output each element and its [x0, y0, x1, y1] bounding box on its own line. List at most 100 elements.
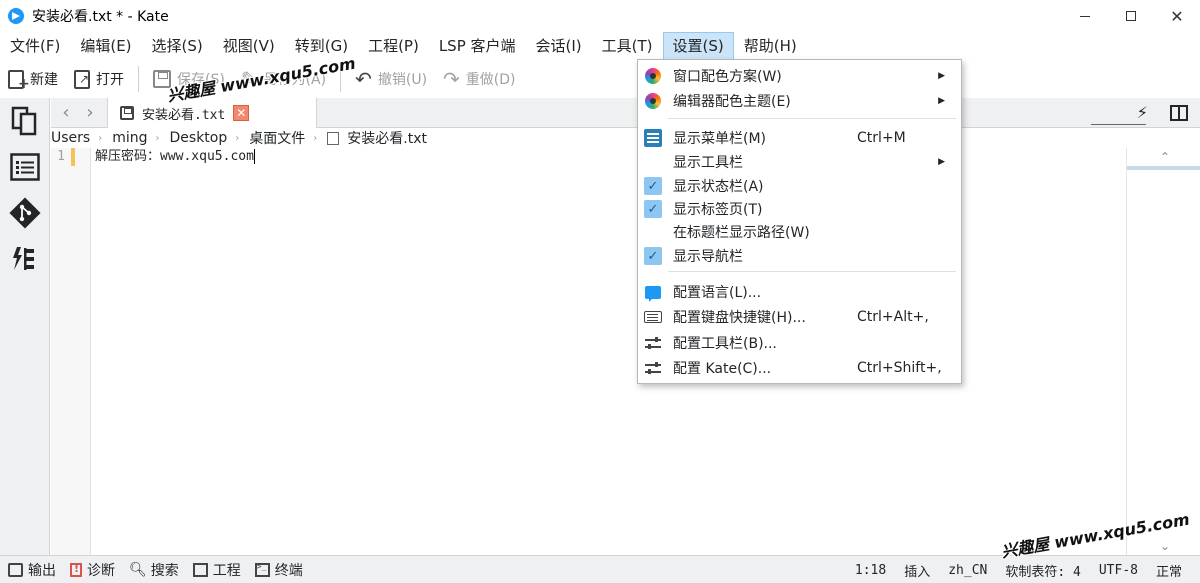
menu-item-label: 在标题栏显示路径(W): [673, 225, 810, 241]
menu-item-show-path-in-titlebar[interactable]: 在标题栏显示路径(W): [638, 220, 961, 244]
diagnostics-label: 诊断: [87, 562, 115, 579]
menu-item-label: 配置 Kate(C)...: [673, 361, 772, 377]
documents-icon: [11, 106, 37, 136]
tab-label: 安装必看.txt: [142, 107, 226, 123]
menu-item-show-statusbar[interactable]: ✓ 显示状态栏(A): [638, 174, 961, 198]
submenu-arrow-icon: ▶: [938, 71, 945, 81]
minimap-scrollbar[interactable]: ⌃ ⌄: [1126, 148, 1200, 555]
keyboard-icon: [644, 308, 662, 326]
minimap-thumb[interactable]: [1127, 166, 1200, 170]
menu-item-label: 显示导航栏: [673, 249, 743, 265]
tab-close-icon[interactable]: ✕: [233, 105, 250, 121]
projects-panel-button[interactable]: [8, 242, 42, 276]
breadcrumb-users[interactable]: Users: [51, 130, 90, 146]
menu-item-configure-shortcuts[interactable]: 配置键盘快捷键(H)... Ctrl+Alt+,: [638, 305, 961, 329]
open-button[interactable]: 打开: [66, 64, 132, 94]
terminal-tab[interactable]: 终端: [254, 560, 303, 580]
output-tab[interactable]: 输出: [8, 560, 56, 580]
menu-file[interactable]: 文件(F): [0, 32, 70, 60]
indent-setting[interactable]: 软制表符: 4: [1005, 561, 1080, 580]
maximize-button[interactable]: [1108, 0, 1154, 32]
breadcrumb-separator-icon: ›: [235, 132, 240, 144]
undo-button[interactable]: ↶ 撤销(U): [347, 64, 435, 94]
line-number: 1: [57, 149, 65, 164]
menu-edit[interactable]: 编辑(E): [70, 32, 141, 60]
search-label: 搜索: [150, 562, 179, 579]
menu-item-show-navigation-bar[interactable]: ✓ 显示导航栏: [638, 244, 961, 268]
git-icon: [9, 197, 41, 229]
syntax-mode[interactable]: 正常: [1156, 561, 1182, 580]
menu-item-show-menubar[interactable]: 显示菜单栏(M) Ctrl+M: [638, 126, 961, 150]
menu-sessions[interactable]: 会话(I): [526, 32, 592, 60]
tab-bar: ‹ › 安装必看.txt ✕ ⚡: [51, 98, 1200, 128]
new-label: 新建: [30, 72, 58, 88]
menu-item-shortcut: Ctrl+Shift+,: [857, 360, 942, 376]
modified-line-marker: [71, 148, 75, 166]
documents-panel-button[interactable]: [8, 104, 42, 138]
settings-menu: 窗口配色方案(W) ▶ 编辑器配色主题(E) ▶ 显示菜单栏(M) Ctrl+M…: [637, 59, 962, 384]
code-line[interactable]: 解压密码：www.xqu5.com: [95, 148, 255, 166]
breadcrumb: Users › ming › Desktop › 桌面文件 › 安装必看.txt: [51, 128, 1200, 148]
breadcrumb-file[interactable]: 安装必看.txt: [347, 128, 427, 148]
minimize-button[interactable]: [1062, 0, 1108, 32]
git-panel-button[interactable]: [8, 196, 42, 230]
redo-icon: ↷: [443, 67, 460, 91]
menu-item-label: 显示菜单栏(M): [673, 131, 767, 147]
menu-settings[interactable]: 设置(S): [662, 32, 734, 60]
outline-panel-button[interactable]: [8, 150, 42, 184]
breadcrumb-desktop-files[interactable]: 桌面文件: [249, 128, 305, 148]
maximize-icon: [1126, 11, 1136, 21]
menu-tools[interactable]: 工具(T): [592, 32, 663, 60]
menu-item-configure-language[interactable]: 配置语言(L)...: [638, 280, 961, 304]
close-button[interactable]: ✕: [1154, 0, 1200, 32]
input-mode[interactable]: 插入: [904, 561, 930, 580]
color-palette-icon: [644, 67, 662, 85]
scroll-up-icon[interactable]: ⌃: [1160, 150, 1170, 164]
menu-view[interactable]: 视图(V): [213, 32, 285, 60]
menu-item-configure-kate[interactable]: 配置 Kate(C)... Ctrl+Shift+,: [638, 356, 961, 380]
back-arrow-icon[interactable]: ‹: [55, 102, 77, 124]
cursor-position[interactable]: 1:18: [855, 563, 886, 578]
menu-item-label: 显示工具栏: [673, 155, 743, 171]
breadcrumb-desktop[interactable]: Desktop: [170, 130, 228, 146]
submenu-arrow-icon: ▶: [938, 96, 945, 106]
menu-item-configure-toolbars[interactable]: 配置工具栏(B)...: [638, 331, 961, 355]
diagnostics-tab[interactable]: 诊断: [70, 560, 115, 580]
scroll-down-icon[interactable]: ⌄: [1160, 539, 1170, 553]
document-saved-icon: [120, 106, 134, 120]
redo-label: 重做(D): [465, 72, 516, 88]
redo-button[interactable]: ↷ 重做(D): [435, 64, 523, 94]
language-indicator[interactable]: zh_CN: [948, 563, 987, 578]
forward-arrow-icon[interactable]: ›: [79, 102, 101, 124]
menu-lsp-client[interactable]: LSP 客户端: [429, 32, 526, 60]
menu-item-show-tabs[interactable]: ✓ 显示标签页(T): [638, 197, 961, 221]
sliders-icon: [644, 359, 662, 377]
checkmark-icon: ✓: [644, 200, 662, 218]
editor-area[interactable]: 1 解压密码：www.xqu5.com: [51, 148, 1126, 555]
search-icon: 🔍︎: [129, 561, 147, 578]
diagnostics-icon: [70, 562, 82, 577]
list-icon: [10, 153, 40, 181]
split-view-icon[interactable]: [1170, 105, 1188, 121]
open-label: 打开: [96, 72, 124, 88]
menu-project[interactable]: 工程(P): [358, 32, 429, 60]
menu-item-show-toolbar[interactable]: 显示工具栏 ▶: [638, 150, 961, 174]
menu-item-editor-color-theme[interactable]: 编辑器配色主题(E) ▶: [638, 89, 961, 113]
tab-document[interactable]: 安装必看.txt ✕: [107, 98, 317, 128]
checkmark-icon: ✓: [644, 177, 662, 195]
quick-open-icon[interactable]: ⚡: [1137, 103, 1148, 122]
project-tab[interactable]: 工程: [192, 560, 241, 580]
menu-item-window-color-scheme[interactable]: 窗口配色方案(W) ▶: [638, 64, 961, 88]
toolbar-separator: [138, 66, 139, 92]
menu-bar: 文件(F) 编辑(E) 选择(S) 视图(V) 转到(G) 工程(P) LSP …: [0, 32, 1200, 60]
encoding-indicator[interactable]: UTF-8: [1099, 563, 1138, 578]
color-palette-icon: [644, 92, 662, 110]
menu-help[interactable]: 帮助(H): [734, 32, 807, 60]
text-file-icon: [327, 131, 340, 145]
menu-item-shortcut: Ctrl+M: [857, 130, 906, 146]
menubar-icon: [644, 129, 662, 147]
breadcrumb-ming[interactable]: ming: [112, 130, 147, 146]
menu-selection[interactable]: 选择(S): [142, 32, 213, 60]
new-button[interactable]: 新建: [0, 64, 66, 94]
search-tab[interactable]: 🔍︎ 搜索: [129, 560, 179, 580]
